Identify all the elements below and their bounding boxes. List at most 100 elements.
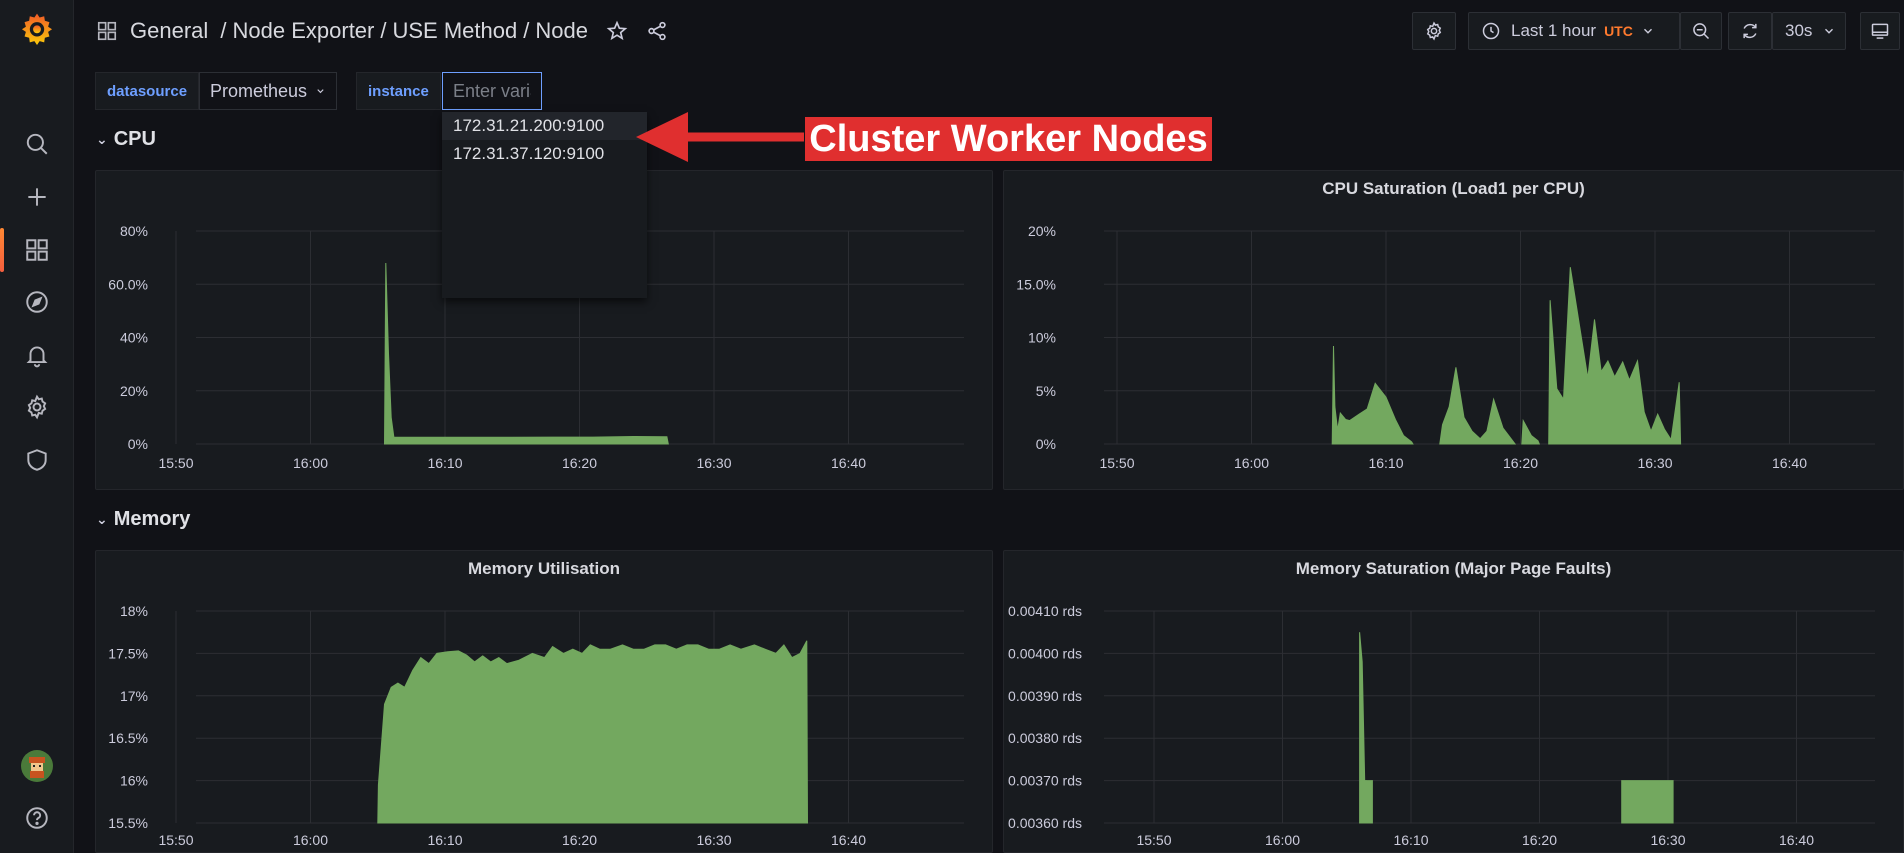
y-tick-label: 15.0% bbox=[1016, 276, 1056, 292]
x-tick-label: 16:30 bbox=[1637, 455, 1672, 471]
row-cpu[interactable]: ⌄ CPU bbox=[96, 124, 156, 154]
datasource-variable-label: datasource bbox=[95, 72, 200, 110]
panel-memory-utilisation[interactable]: Memory Utilisation 15.5% 16% 16.5% 17% 17.5%… bbox=[95, 550, 993, 853]
x-tick-label: 16:00 bbox=[293, 455, 328, 471]
instance-variable-input[interactable] bbox=[442, 72, 542, 110]
help-icon[interactable] bbox=[0, 798, 74, 838]
sidebar bbox=[0, 0, 74, 853]
series-area bbox=[1439, 367, 1517, 445]
instance-option[interactable]: 172.31.21.200:9100 bbox=[442, 112, 647, 140]
x-tick-label: 15:50 bbox=[1099, 455, 1134, 471]
share-icon[interactable] bbox=[646, 20, 668, 42]
top-navbar: General / Node Exporter / USE Method / N… bbox=[74, 0, 1904, 62]
y-tick-label: 0.00410 rds bbox=[1008, 603, 1082, 619]
chart-memory-utilisation: 15.5% 16% 16.5% 17% 17.5% 18% 15:50 16:00 16:10 1… bbox=[108, 603, 964, 848]
chevron-down-icon bbox=[317, 89, 324, 94]
x-tick-label: 16:10 bbox=[1393, 832, 1428, 848]
y-tick-label: 20% bbox=[120, 383, 148, 399]
breadcrumb-dashboard-use-method[interactable]: USE Method bbox=[393, 18, 518, 44]
y-tick-label: 0.00400 rds bbox=[1008, 645, 1082, 661]
configuration-gear-icon[interactable] bbox=[0, 387, 74, 427]
breadcrumb-separator: / bbox=[380, 18, 387, 43]
y-tick-label: 60.0% bbox=[108, 276, 148, 292]
x-tick-label: 16:00 bbox=[1234, 455, 1269, 471]
x-tick-label: 16:20 bbox=[1522, 832, 1557, 848]
y-tick-label: 0.00370 rds bbox=[1008, 773, 1082, 789]
y-tick-label: 40% bbox=[120, 330, 148, 346]
chevron-down-icon bbox=[1825, 28, 1834, 34]
grafana-logo-icon[interactable] bbox=[0, 8, 74, 48]
dashboards-icon[interactable] bbox=[0, 230, 74, 270]
gear-icon bbox=[1426, 21, 1442, 41]
search-icon[interactable] bbox=[0, 124, 74, 164]
zoom-out-button[interactable] bbox=[1680, 12, 1722, 50]
refresh-interval-value: 30s bbox=[1785, 21, 1813, 40]
y-tick-label: 0% bbox=[1036, 436, 1056, 452]
y-tick-label: 16.5% bbox=[108, 730, 148, 746]
y-tick-label: 5% bbox=[1036, 383, 1056, 399]
y-tick-label: 15.5% bbox=[108, 815, 148, 831]
breadcrumb-folder[interactable]: General bbox=[130, 18, 208, 44]
series-area bbox=[1359, 632, 1367, 824]
instance-variable-label: instance bbox=[356, 72, 441, 110]
y-tick-label: 0% bbox=[128, 436, 148, 452]
refresh-interval-picker[interactable]: 30s bbox=[1772, 12, 1846, 50]
x-tick-label: 16:40 bbox=[831, 455, 866, 471]
explore-compass-icon[interactable] bbox=[0, 282, 74, 322]
refresh-button[interactable] bbox=[1728, 12, 1772, 50]
breadcrumb-dashboard-node[interactable]: Node bbox=[535, 18, 588, 44]
tv-mode-button[interactable] bbox=[1860, 12, 1900, 50]
chart-cpu-saturation: 0% 5% 10% 15.0% 20% 15:50 16:00 16:10 16:20 16:30… bbox=[1016, 223, 1875, 471]
x-tick-label: 16:30 bbox=[696, 455, 731, 471]
series-area bbox=[1521, 418, 1541, 445]
x-tick-label: 16:30 bbox=[696, 832, 731, 848]
y-tick-label: 17.5% bbox=[108, 645, 148, 661]
x-tick-label: 16:10 bbox=[1368, 455, 1403, 471]
y-tick-label: 20% bbox=[1028, 223, 1056, 239]
breadcrumb-separator: / bbox=[523, 18, 530, 43]
x-tick-label: 16:10 bbox=[427, 832, 462, 848]
plus-icon[interactable] bbox=[0, 177, 74, 217]
time-range-picker[interactable]: Last 1 hour UTC bbox=[1468, 12, 1680, 50]
x-tick-label: 16:00 bbox=[293, 832, 328, 848]
x-tick-label: 16:40 bbox=[1772, 455, 1807, 471]
y-tick-label: 80% bbox=[120, 223, 148, 239]
panel-memory-saturation[interactable]: Memory Saturation (Major Page Faults) 0.… bbox=[1003, 550, 1904, 853]
annotation-arrow bbox=[636, 112, 804, 162]
x-tick-label: 16:20 bbox=[1503, 455, 1538, 471]
series-area bbox=[1365, 780, 1373, 824]
x-tick-label: 16:30 bbox=[1650, 832, 1685, 848]
instance-options-dropdown: 172.31.21.200:9100 172.31.37.120:9100 bbox=[442, 112, 647, 298]
server-admin-shield-icon[interactable] bbox=[0, 440, 74, 480]
clock-icon bbox=[1482, 22, 1500, 40]
y-tick-label: 18% bbox=[120, 603, 148, 619]
x-tick-label: 16:10 bbox=[427, 455, 462, 471]
alerting-bell-icon[interactable] bbox=[0, 335, 74, 375]
chevron-down-icon bbox=[1643, 28, 1652, 34]
instance-option[interactable]: 172.31.37.120:9100 bbox=[442, 140, 647, 168]
refresh-icon bbox=[1743, 23, 1757, 39]
row-memory-title: Memory bbox=[113, 507, 191, 530]
timezone-badge: UTC bbox=[1604, 23, 1633, 39]
user-avatar[interactable] bbox=[0, 746, 74, 786]
breadcrumb-dashboard-node-exporter[interactable]: Node Exporter bbox=[233, 18, 375, 44]
x-tick-label: 16:20 bbox=[562, 455, 597, 471]
panel-cpu-saturation[interactable]: CPU Saturation (Load1 per CPU) 0% 5% 10% 15… bbox=[1003, 170, 1904, 490]
series-area bbox=[1331, 345, 1414, 445]
zoom-out-icon bbox=[1693, 23, 1710, 40]
x-tick-label: 16:00 bbox=[1265, 832, 1300, 848]
x-tick-label: 15:50 bbox=[1136, 832, 1171, 848]
y-tick-label: 17% bbox=[120, 688, 148, 704]
row-memory[interactable]: ⌄ Memory bbox=[96, 504, 190, 534]
monitor-icon bbox=[1871, 23, 1889, 39]
chevron-down-icon: ⌄ bbox=[96, 510, 108, 527]
x-tick-label: 16:40 bbox=[1779, 832, 1814, 848]
datasource-variable-select[interactable]: Prometheus bbox=[199, 72, 337, 110]
y-tick-label: 16% bbox=[120, 773, 148, 789]
series-area bbox=[1548, 267, 1682, 445]
dashboard-settings-button[interactable] bbox=[1412, 12, 1456, 50]
star-icon[interactable] bbox=[606, 20, 628, 42]
x-tick-label: 16:40 bbox=[831, 832, 866, 848]
series-area bbox=[377, 640, 809, 824]
y-tick-label: 0.00380 rds bbox=[1008, 730, 1082, 746]
